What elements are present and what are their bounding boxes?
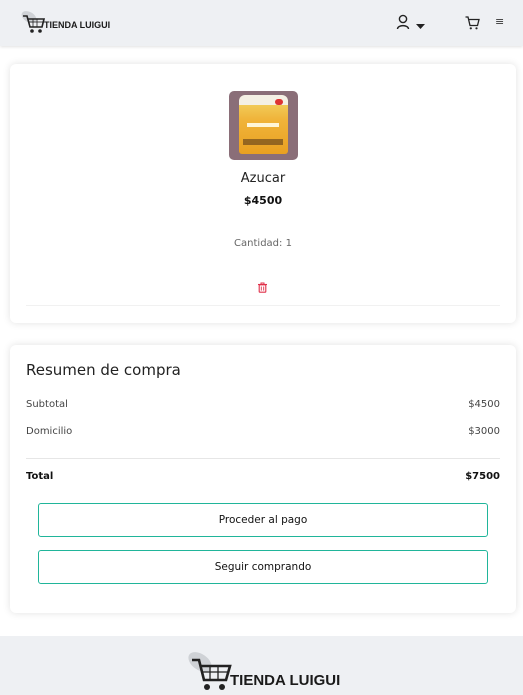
product-quantity: Cantidad: 1	[234, 238, 292, 249]
product-image	[229, 91, 298, 160]
caret-down-icon	[416, 15, 425, 34]
total-row: Total $7500	[26, 471, 500, 482]
hamburger-menu-button[interactable]: ≡	[495, 15, 504, 28]
summary-title: Resumen de compra	[26, 361, 181, 379]
delivery-row: Domicilio $3000	[26, 426, 500, 437]
remove-item-button[interactable]	[257, 278, 268, 297]
card-divider	[26, 305, 500, 306]
subtotal-label: Subtotal	[26, 399, 68, 410]
user-icon	[396, 14, 410, 34]
footer: TIENDA LUIGUI	[0, 636, 523, 695]
total-label: Total	[26, 471, 54, 482]
product-price: $4500	[243, 194, 283, 207]
cart-item-card: Azucar $4500 Cantidad: 1	[10, 64, 516, 323]
brand-name: TIENDA LUIGUI	[44, 20, 111, 30]
proceed-to-payment-button[interactable]: Proceder al pago	[38, 503, 488, 537]
delivery-value: $3000	[468, 426, 500, 437]
cart-icon	[465, 15, 480, 34]
summary-divider	[26, 458, 500, 459]
user-menu-toggle[interactable]	[396, 14, 425, 34]
delivery-label: Domicilio	[26, 426, 73, 437]
footer-brand-name: TIENDA LUIGUI	[230, 671, 341, 689]
logo-cart-icon	[20, 10, 46, 36]
brand-logo[interactable]: TIENDA LUIGUI	[20, 10, 110, 36]
top-navbar: TIENDA LUIGUI ≡	[0, 0, 523, 46]
subtotal-value: $4500	[468, 399, 500, 410]
menu-icon: ≡	[495, 15, 505, 28]
subtotal-row: Subtotal $4500	[26, 399, 500, 410]
footer-cart-icon	[186, 650, 234, 695]
trash-icon	[257, 278, 268, 297]
order-summary-card: Resumen de compra Subtotal $4500 Domicil…	[10, 345, 516, 613]
total-value: $7500	[465, 471, 500, 482]
product-name: Azucar	[240, 171, 286, 186]
continue-shopping-button[interactable]: Seguir comprando	[38, 550, 488, 584]
cart-button[interactable]	[465, 15, 480, 34]
footer-logo[interactable]: TIENDA LUIGUI	[186, 650, 340, 695]
